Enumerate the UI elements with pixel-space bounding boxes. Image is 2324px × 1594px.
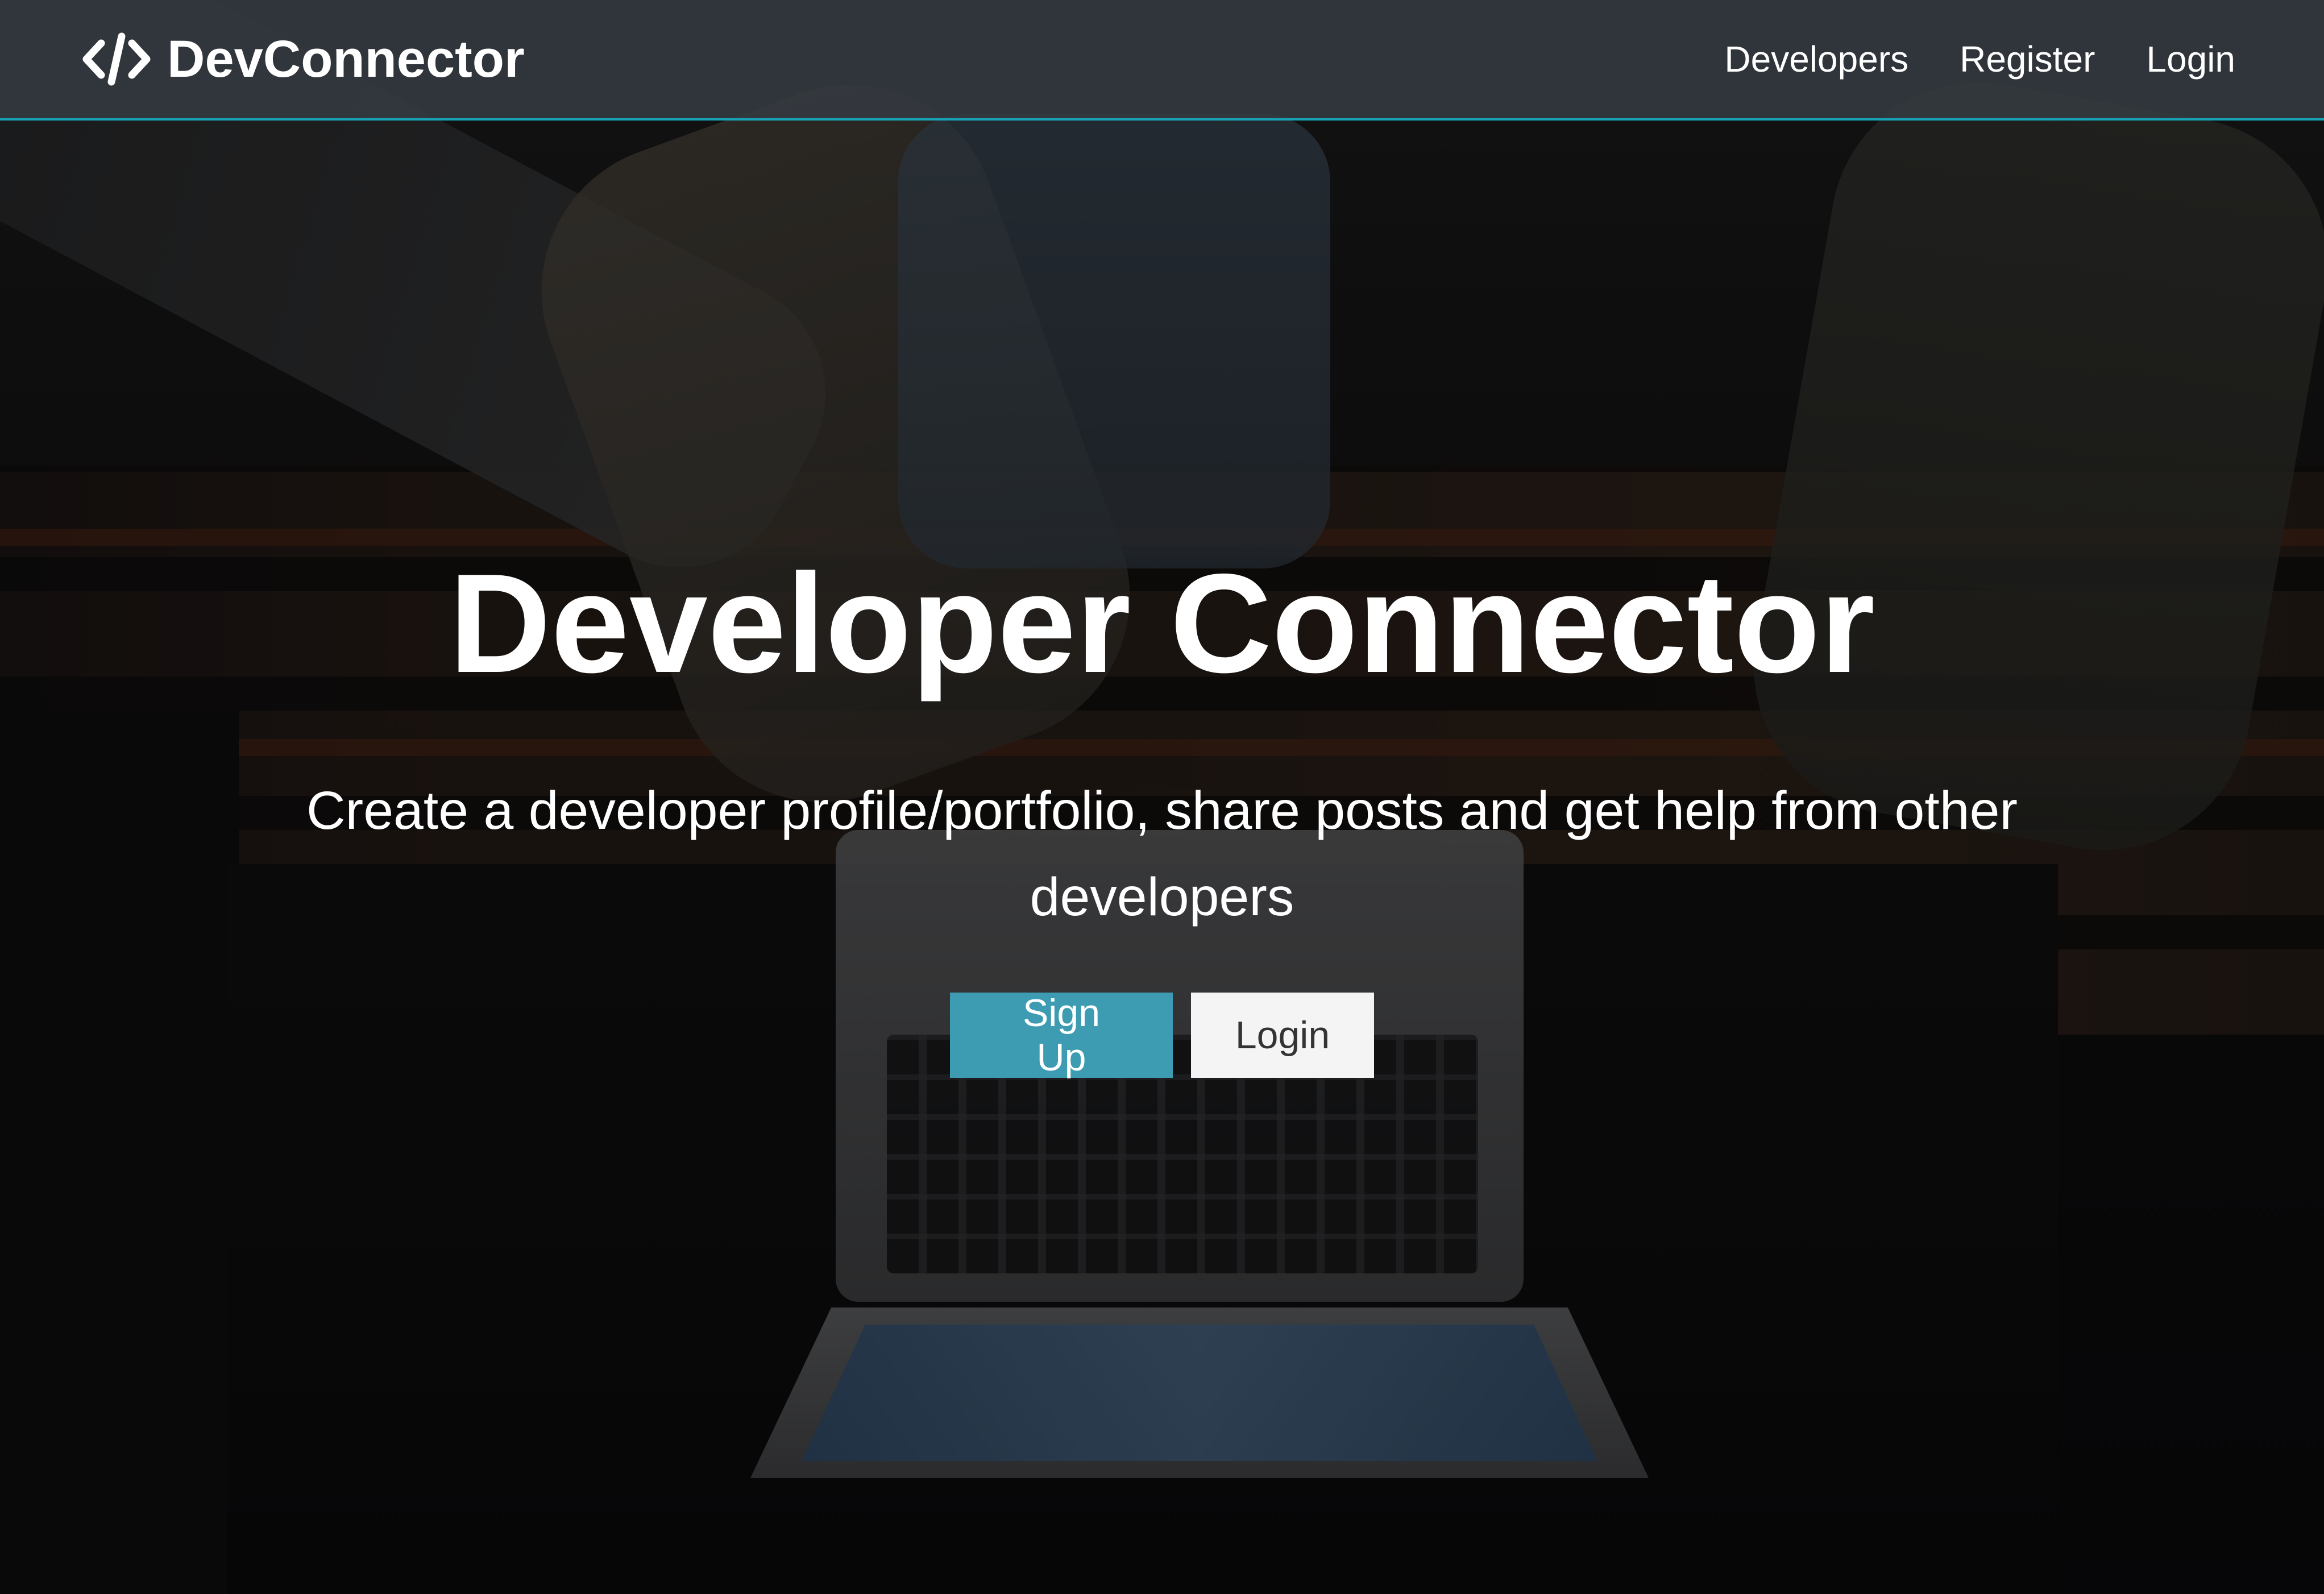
landing-page: DevConnector Developers Register Login D…: [0, 0, 2324, 1594]
brand-link[interactable]: DevConnector: [82, 30, 525, 89]
navbar: DevConnector Developers Register Login: [0, 0, 2324, 121]
nav-link-developers[interactable]: Developers: [1724, 38, 1908, 80]
hero-title: Developer Connector: [449, 544, 1875, 702]
nav-links: Developers Register Login: [1724, 38, 2235, 80]
hero-lead: Create a developer profile/portfolio, sh…: [306, 781, 2018, 927]
login-button[interactable]: Login: [1191, 993, 1374, 1078]
brand-name: DevConnector: [167, 30, 525, 88]
hero-buttons: Sign Up Login: [950, 991, 1374, 1079]
hero-section: Developer Connector Create a developer p…: [0, 121, 2324, 1594]
nav-link-login[interactable]: Login: [2146, 38, 2235, 80]
nav-link-register[interactable]: Register: [1960, 38, 2095, 80]
sign-up-button[interactable]: Sign Up: [950, 991, 1173, 1079]
code-icon: [82, 31, 151, 88]
